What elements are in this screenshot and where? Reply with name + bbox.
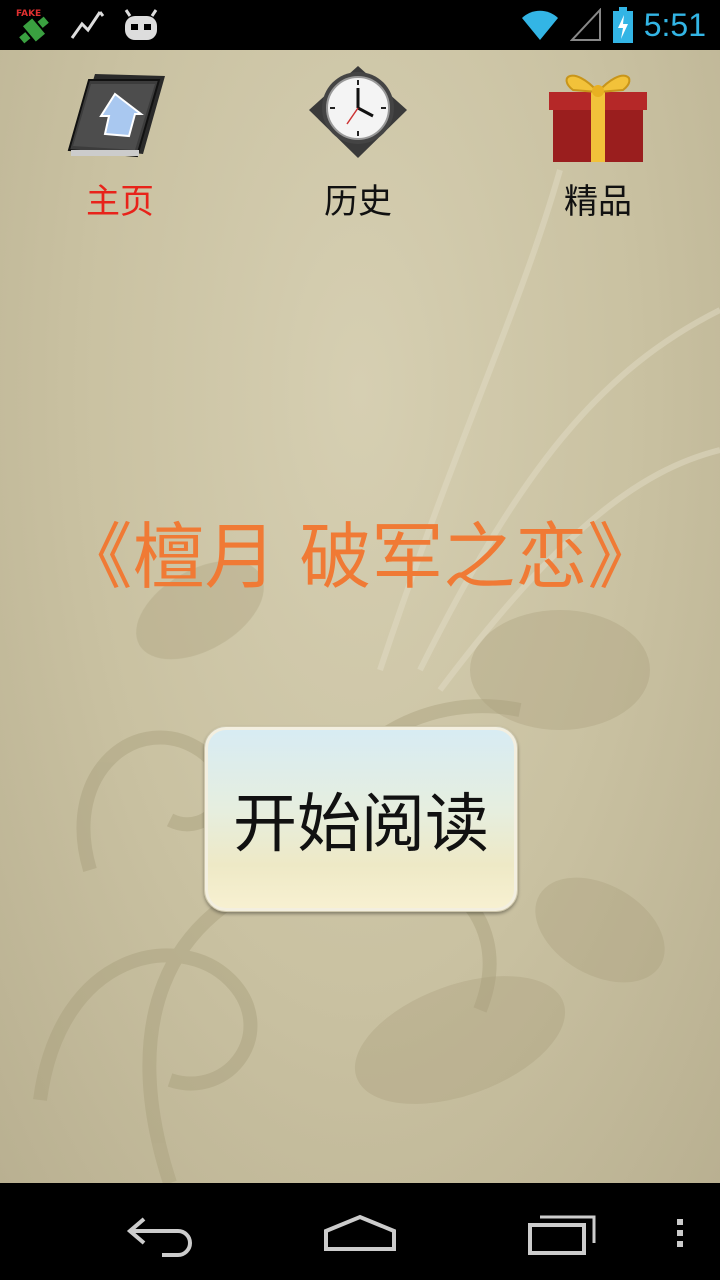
android-debug-icon	[124, 9, 158, 40]
start-reading-button[interactable]: 开始阅读	[204, 726, 518, 912]
tab-bar: 主页 历史 精品	[0, 50, 720, 222]
status-bar: FAKE 5:51	[0, 0, 720, 50]
tab-featured[interactable]: 精品	[518, 58, 678, 222]
recent-apps-icon[interactable]	[524, 1205, 600, 1261]
tab-home[interactable]: 主页	[40, 58, 200, 222]
app-content: 主页 历史 精品 《檀月 破军之恋》 开始阅读	[0, 50, 720, 1183]
book-title: 《檀月 破军之恋》	[60, 515, 660, 599]
clock: 5:51	[643, 6, 706, 43]
status-right-icons: 5:51	[520, 4, 706, 46]
svg-text:FAKE: FAKE	[16, 9, 41, 19]
gift-box-icon	[549, 74, 647, 162]
activity-graph-icon	[70, 11, 105, 39]
fake-gps-icon: FAKE	[16, 9, 49, 44]
home-book-icon	[67, 74, 165, 158]
home-icon[interactable]	[322, 1205, 398, 1261]
tab-featured-label: 精品	[564, 182, 632, 222]
battery-charging-icon	[612, 7, 633, 43]
clock-icon	[309, 66, 407, 158]
tab-history[interactable]: 历史	[278, 58, 438, 222]
menu-overflow-icon[interactable]	[670, 1205, 690, 1261]
navigation-bar	[0, 1183, 720, 1280]
tab-home-label: 主页	[86, 182, 154, 222]
cell-signal-icon	[569, 8, 601, 41]
status-left-icons: FAKE	[14, 6, 160, 44]
tab-history-label: 历史	[324, 182, 392, 222]
wifi-icon	[521, 10, 558, 40]
back-icon[interactable]	[122, 1205, 196, 1261]
